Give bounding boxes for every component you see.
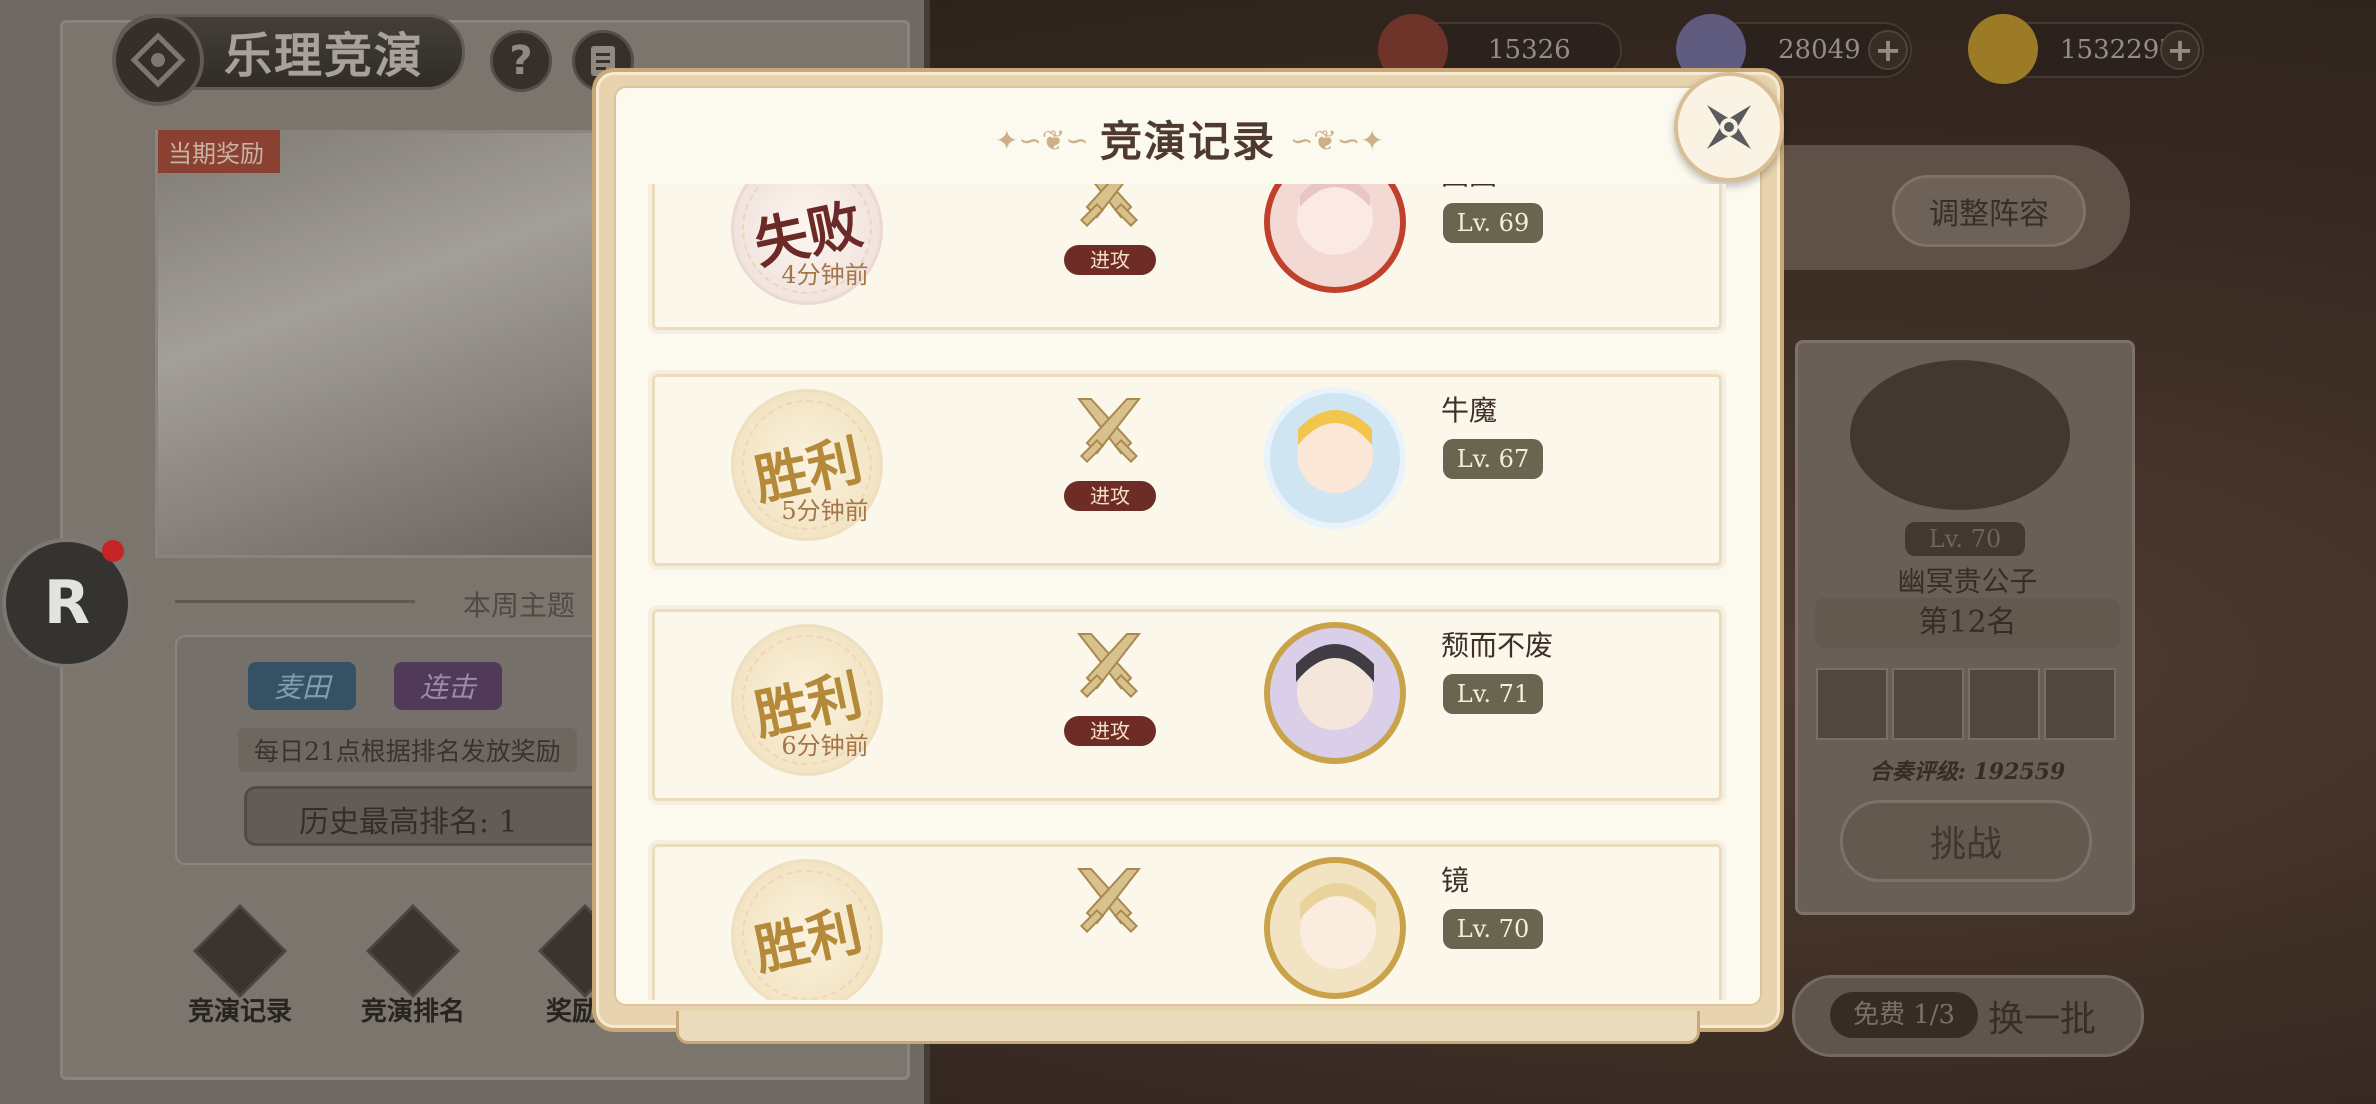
opponent-portrait[interactable] bbox=[1260, 383, 1410, 533]
record-row[interactable]: 胜利 镜 Lv. 70 bbox=[652, 844, 1722, 1000]
record-row[interactable]: 失败 4分钟前 进攻 困困 Lv. 69 bbox=[652, 184, 1722, 330]
crossed-swords-icon bbox=[1076, 633, 1142, 699]
opponent-level-badge: Lv. 69 bbox=[1443, 203, 1543, 243]
opponent-name: 困困 bbox=[1441, 184, 1497, 193]
result-text: 胜利 bbox=[748, 896, 868, 982]
record-row[interactable]: 胜利 6分钟前 进攻 颓而不废 Lv. 71 bbox=[652, 609, 1722, 801]
opponent-name: 牛魔 bbox=[1441, 394, 1498, 427]
record-time: 4分钟前 bbox=[781, 261, 869, 289]
close-button[interactable] bbox=[1674, 72, 1784, 182]
crossed-swords-icon bbox=[1076, 868, 1142, 934]
record-time: 5分钟前 bbox=[781, 497, 869, 525]
opponent-level-badge: Lv. 70 bbox=[1443, 909, 1543, 949]
dialog-title: 竞演记录 bbox=[1099, 117, 1276, 166]
opponent-portrait[interactable] bbox=[1260, 853, 1410, 1000]
opponent-portrait[interactable] bbox=[1260, 184, 1410, 297]
opponent-portrait[interactable] bbox=[1260, 618, 1410, 768]
opponent-level-badge: Lv. 71 bbox=[1443, 674, 1543, 714]
record-list[interactable]: 失败 4分钟前 进攻 困困 Lv. 69 胜利 5分钟前 进攻 牛魔 Lv. 6… bbox=[640, 184, 1730, 1000]
attack-badge: 进攻 bbox=[1064, 481, 1156, 511]
record-time: 6分钟前 bbox=[781, 732, 869, 760]
crossed-swords-icon bbox=[1079, 184, 1139, 228]
opponent-name: 颓而不废 bbox=[1441, 629, 1554, 662]
opponent-level-badge: Lv. 67 bbox=[1443, 439, 1543, 479]
close-icon bbox=[1707, 105, 1751, 149]
attack-badge: 进攻 bbox=[1064, 245, 1156, 275]
result-seal: 胜利 bbox=[731, 859, 883, 1000]
record-row[interactable]: 胜利 5分钟前 进攻 牛魔 Lv. 67 bbox=[652, 374, 1722, 566]
crossed-swords-icon bbox=[1076, 398, 1142, 464]
attack-badge: 进攻 bbox=[1064, 716, 1156, 746]
opponent-name: 镜 bbox=[1441, 864, 1470, 897]
